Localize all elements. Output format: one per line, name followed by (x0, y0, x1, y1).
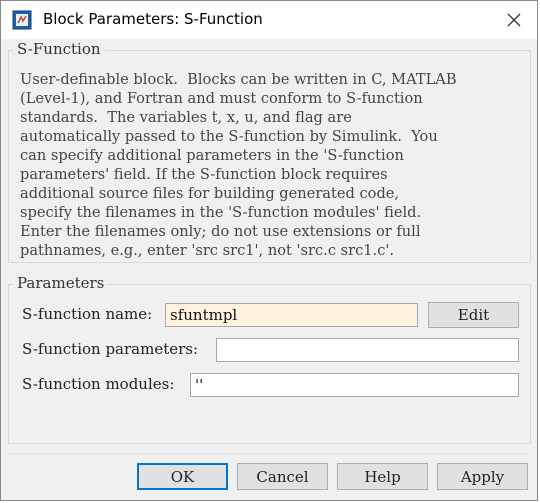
help-button[interactable]: Help (337, 463, 428, 490)
simulink-block-icon (12, 10, 32, 30)
s-function-name-input[interactable]: sfuntmpl (165, 303, 418, 327)
ok-button[interactable]: OK (137, 463, 228, 490)
title-bar[interactable]: Block Parameters: S-Function (1, 1, 537, 39)
group-legend-s-function: S-Function (13, 40, 105, 58)
cancel-button[interactable]: Cancel (237, 463, 328, 490)
group-legend-parameters: Parameters (13, 274, 109, 292)
window-title: Block Parameters: S-Function (43, 10, 263, 28)
close-icon (507, 13, 521, 27)
edit-button[interactable]: Edit (428, 302, 519, 328)
block-parameters-dialog: Block Parameters: S-Function S-Function … (0, 0, 538, 501)
footer-divider (8, 453, 530, 454)
block-description-text: User-definable block. Blocks can be writ… (20, 71, 457, 259)
apply-button[interactable]: Apply (437, 463, 528, 490)
s-function-parameters-input[interactable] (216, 338, 519, 362)
s-function-modules-label: S-function modules: (22, 375, 175, 393)
s-function-modules-input[interactable]: '' (190, 373, 519, 397)
close-button[interactable] (491, 1, 537, 39)
s-function-name-label: S-function name: (22, 305, 153, 323)
s-function-parameters-label: S-function parameters: (22, 340, 199, 358)
